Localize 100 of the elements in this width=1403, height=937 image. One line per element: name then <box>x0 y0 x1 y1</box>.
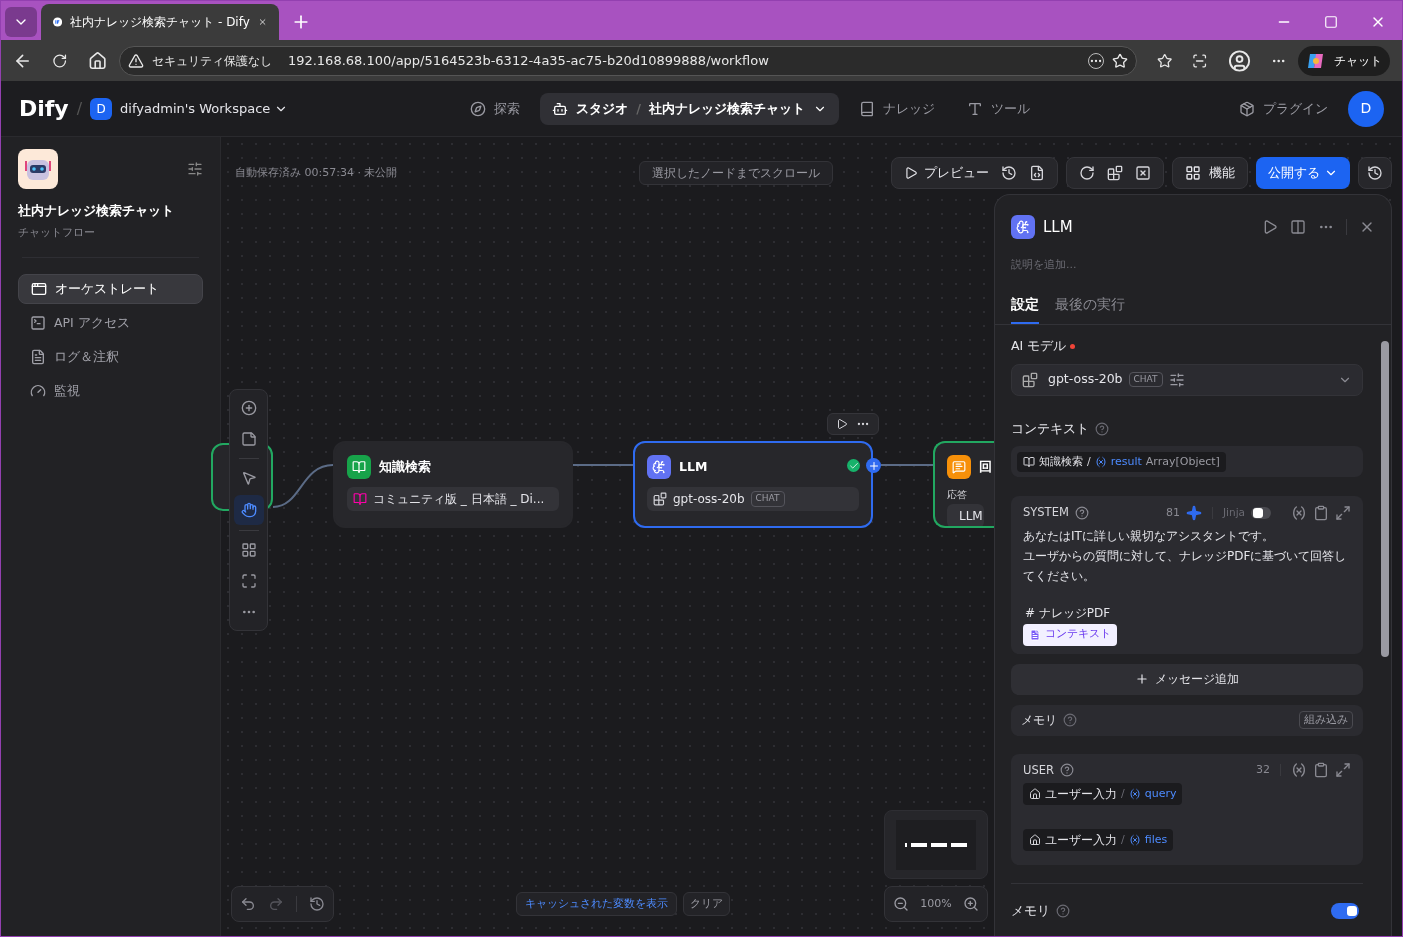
workflow-node[interactable]: LLM gpt-oss-20b CHAT <box>633 441 873 528</box>
profile-icon[interactable] <box>1227 48 1251 73</box>
user-avatar[interactable]: D <box>1348 90 1384 127</box>
workflow-node[interactable]: 回 応答 LLM <box>933 441 996 528</box>
copilot-chat-button[interactable]: チャット <box>1298 45 1390 76</box>
maximize-icon[interactable] <box>1324 15 1338 29</box>
screenshot-icon[interactable] <box>1192 52 1208 69</box>
llm-icon <box>1011 215 1035 239</box>
node-name: ユーザー入力 <box>1045 785 1117 803</box>
hand-icon <box>240 502 257 518</box>
fit-view-icon[interactable] <box>240 573 257 589</box>
nav-label: ナレッジ <box>883 99 936 118</box>
copy-icon[interactable] <box>1313 762 1329 779</box>
path-separator: / <box>1121 831 1125 848</box>
brain-icon <box>652 460 666 474</box>
play-icon[interactable] <box>836 418 848 430</box>
role-label: USER <box>1023 761 1054 779</box>
variable-name: files <box>1144 831 1168 848</box>
token-count: 32 <box>1256 761 1270 778</box>
plugins-button[interactable]: プラグイン <box>1239 98 1328 119</box>
app-name[interactable]: 社内ナレッジ検索チャット <box>649 98 806 119</box>
workspace-avatar: D <box>90 97 113 120</box>
variable-name: result <box>1110 453 1142 470</box>
toggle-switch[interactable] <box>1331 903 1359 920</box>
parameters-icon[interactable] <box>1168 371 1185 388</box>
hand-tool-button[interactable] <box>233 495 264 525</box>
context-chip[interactable]: コンテキスト <box>1023 623 1117 646</box>
logo-text[interactable]: Dify <box>19 92 69 125</box>
undo-icon[interactable] <box>240 896 256 912</box>
connector-line <box>880 464 934 466</box>
context-field[interactable]: 知識検索 / result Array[Object] <box>1011 446 1363 478</box>
features-icon <box>1185 165 1201 181</box>
workflow-node[interactable]: 知識検索 コミュニティ版 _ 日本語 _ Di... <box>333 441 573 528</box>
nav-tab[interactable]: ツール <box>955 92 1043 125</box>
history-button[interactable] <box>1358 157 1392 189</box>
panel-tab[interactable]: 最後の実行 <box>1055 293 1125 324</box>
field-label: コンテキスト <box>1011 419 1089 438</box>
nav-tab[interactable]: 探索 <box>458 92 533 125</box>
scrollbar-thumb[interactable] <box>1381 340 1389 657</box>
expand-icon[interactable] <box>1335 762 1351 779</box>
home-icon[interactable] <box>87 50 107 71</box>
help-icon <box>1063 713 1077 727</box>
layout-icon[interactable] <box>240 542 257 558</box>
zoom-level[interactable]: 100% <box>920 895 952 913</box>
settings-icon[interactable] <box>187 161 203 177</box>
sync-icon[interactable] <box>1079 165 1095 181</box>
minimap[interactable] <box>884 810 988 879</box>
address-field[interactable]: セキュリティ保護なし 192.168.68.100/app/5164523b-6312-4a35-ac75-b20d10899888/workflow <box>118 45 1137 76</box>
node-item: LLM <box>959 508 983 525</box>
sidebar-item[interactable]: オーケストレート <box>18 274 203 304</box>
autosave-status: 自動保存済み 00:57:34 · 未公開 <box>235 164 398 181</box>
panel-tab[interactable]: 設定 <box>1011 293 1039 324</box>
run-icon[interactable] <box>1262 219 1278 235</box>
browser-tab[interactable]: 社内ナレッジ検索チャット - Dify <box>41 4 279 40</box>
warning-icon <box>127 52 144 69</box>
expand-icon[interactable] <box>1335 504 1351 521</box>
node-name: ユーザー入力 <box>1045 831 1117 849</box>
favorites-icon[interactable] <box>1156 52 1173 69</box>
add-node-icon[interactable] <box>240 400 257 416</box>
zoom-out-icon[interactable] <box>893 896 909 912</box>
url-text: 192.168.68.100/app/5164523b-6312-4a35-ac75-b20d10899888/workflow <box>287 51 770 70</box>
panel-title: LLM <box>1043 216 1073 238</box>
workspace-selector[interactable]: difyadmin's Workspace <box>120 98 289 119</box>
app-title: 社内ナレッジ検索チャット <box>18 202 175 220</box>
tab-list-button[interactable] <box>5 7 37 37</box>
cached-variables-button[interactable]: キャッシュされた変数を表示 <box>516 892 677 916</box>
history-icon[interactable] <box>309 896 325 912</box>
sidebar-item[interactable]: 監視 <box>18 376 203 406</box>
nav-tab[interactable]: スタジオ / 社内ナレッジ検索チャット <box>540 92 840 125</box>
node-label: 応答 <box>947 488 968 502</box>
nav-label: ツール <box>991 99 1031 118</box>
zoom-in-icon[interactable] <box>963 896 979 912</box>
run-history-icon[interactable] <box>1001 165 1017 181</box>
scroll-to-node-button[interactable]: 選択したノードまでスクロール <box>639 161 834 185</box>
clear-button[interactable]: クリア <box>683 892 730 916</box>
note-icon[interactable] <box>240 431 257 447</box>
model-badge: CHAT <box>1128 371 1163 388</box>
package-icon <box>1239 100 1255 117</box>
star-icon[interactable] <box>1111 52 1128 69</box>
nav-icon <box>552 100 569 117</box>
pointer-icon[interactable] <box>240 470 257 486</box>
history-icon <box>1367 165 1383 181</box>
sidebar-item[interactable]: API アクセス <box>18 308 203 338</box>
app-logo-icon <box>53 14 63 30</box>
nav-tab[interactable]: ナレッジ <box>847 92 948 125</box>
prompt-editor[interactable]: SYSTEM 81 Jinja あなたはITに詳しい親切なアシスタントです。 ユーザからの質問に対して、ナレッジPDFに基づいて回答してください。 # ナレッジPDF コンテキスト <box>1011 496 1363 654</box>
publish-button[interactable]: 公開する <box>1256 157 1350 189</box>
toggle-switch[interactable] <box>1251 506 1271 519</box>
node-title: 知識検索 <box>379 457 431 476</box>
copy-icon[interactable] <box>1313 504 1329 521</box>
menu-icon <box>30 383 46 399</box>
sidebar-item[interactable]: ログ＆注釈 <box>18 342 203 372</box>
description-field[interactable]: 説明を追加... <box>1011 257 1375 274</box>
add-message-button[interactable]: メッセージ追加 <box>1011 663 1363 695</box>
variable-type: Array[Object] <box>1145 453 1220 470</box>
prompt-editor[interactable]: USER 32 ユーザー入力 / query ユーザー入力 / files <box>1011 753 1363 865</box>
model-select[interactable]: gpt-oss-20b CHAT <box>1011 363 1363 396</box>
sparkle-icon[interactable] <box>1185 504 1202 521</box>
features-button[interactable]: 機能 <box>1172 157 1248 189</box>
reload-icon[interactable] <box>52 52 68 69</box>
